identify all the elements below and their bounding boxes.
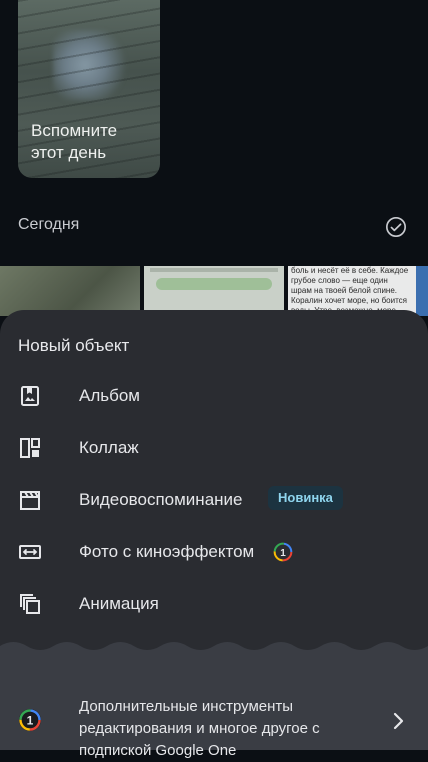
promo-text: Дополнительные инструменты редактировани… bbox=[79, 698, 320, 759]
memory-card-label: Вспомните этот день bbox=[31, 121, 118, 162]
new-badge: Новинка bbox=[268, 486, 343, 510]
menu-item-animation[interactable]: Анимация bbox=[0, 580, 428, 628]
sheet-title: Новый объект bbox=[18, 336, 130, 355]
menu-item-label: Коллаж bbox=[79, 438, 139, 457]
menu-item-label: Анимация bbox=[79, 594, 159, 613]
google-one-icon: 1 bbox=[19, 709, 41, 731]
wave-divider bbox=[0, 642, 428, 654]
thumbnail-text: боль и несёт её в себе. Каждое грубое сл… bbox=[291, 266, 409, 315]
thumbnail-detail bbox=[156, 278, 272, 290]
menu-item-cinematic-photo[interactable]: Фото с киноэффектом 1 bbox=[0, 528, 428, 576]
menu-item-label: Альбом bbox=[79, 386, 140, 405]
new-object-sheet: Новый объект Альбом Коллаж Видеовоспомин… bbox=[0, 310, 428, 759]
section-title: Сегодня bbox=[18, 216, 80, 233]
photo-thumbnail[interactable] bbox=[144, 266, 284, 316]
cinematic-photo-icon bbox=[19, 545, 41, 559]
select-all-check-icon[interactable] bbox=[385, 216, 407, 238]
album-icon bbox=[21, 386, 39, 406]
thumbnail-detail bbox=[150, 268, 278, 272]
menu-item-label: Фото с киноэффектом bbox=[79, 542, 255, 561]
memory-card[interactable]: Вспомните этот день bbox=[18, 0, 160, 178]
collage-icon bbox=[20, 438, 40, 458]
animation-icon bbox=[20, 594, 40, 614]
menu-item-label: Видеовоспоминание bbox=[79, 490, 243, 509]
menu-item-album[interactable]: Альбом bbox=[0, 372, 428, 420]
svg-text:1: 1 bbox=[27, 714, 34, 728]
photo-thumbnail[interactable]: боль и несёт её в себе. Каждое грубое сл… bbox=[288, 266, 428, 316]
menu-item-collage[interactable]: Коллаж bbox=[0, 424, 428, 472]
photo-thumbnail[interactable] bbox=[0, 266, 140, 316]
clapperboard-icon bbox=[20, 491, 40, 510]
menu-item-video-memory[interactable]: Видеовоспоминание Новинка bbox=[0, 476, 428, 524]
svg-text:1: 1 bbox=[280, 548, 286, 559]
chevron-right-icon[interactable] bbox=[392, 712, 404, 730]
thumbnail-detail bbox=[416, 266, 428, 316]
google-one-promo[interactable]: 1 Дополнительные инструменты редактирова… bbox=[0, 642, 428, 759]
google-one-icon: 1 bbox=[273, 542, 293, 562]
